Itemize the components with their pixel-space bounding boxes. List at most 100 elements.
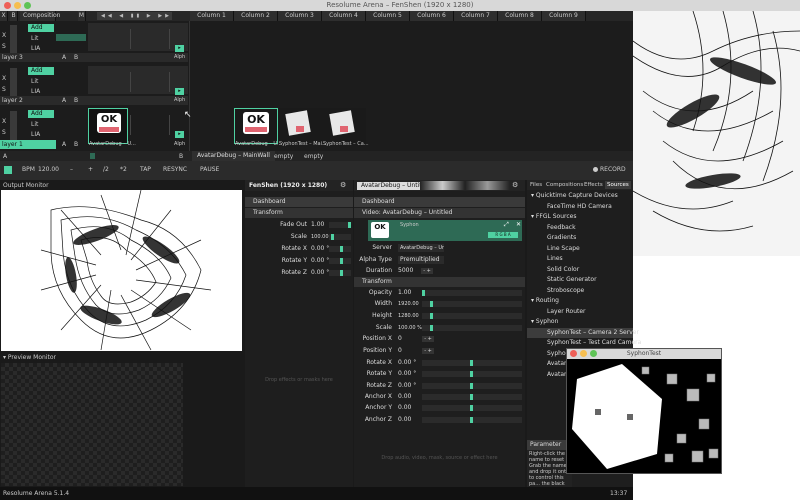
param-value[interactable]: 0.00 °: [398, 381, 416, 391]
deck-tab[interactable]: empty: [304, 153, 323, 160]
tree-item[interactable]: Stroboscope: [527, 286, 633, 297]
position-y-stepper[interactable]: - +: [422, 348, 434, 354]
clip-transform-section[interactable]: Transform: [354, 277, 525, 287]
crossfader-handle[interactable]: [90, 153, 95, 159]
tree-category[interactable]: ▾ FFGL Sources: [527, 212, 633, 223]
tree-item[interactable]: Line Scape: [527, 244, 633, 255]
scale-slider[interactable]: [422, 325, 522, 331]
column-header-3[interactable]: Column 3: [278, 11, 322, 21]
grid-b-header[interactable]: B: [10, 11, 18, 21]
layer-autopilot-button[interactable]: ▸: [175, 88, 184, 95]
layer-name[interactable]: layer 3: [2, 54, 23, 61]
column-header-9[interactable]: Column 9: [542, 11, 586, 21]
layer-autopilot-button[interactable]: ▸: [175, 45, 184, 52]
rotate-y-slider[interactable]: [329, 258, 351, 264]
layer-name[interactable]: layer 2: [2, 97, 23, 104]
rotate-z-slider[interactable]: [329, 270, 351, 276]
layer-blend-lia[interactable]: LIA: [31, 88, 40, 95]
bpm-decrease-button[interactable]: –: [70, 166, 73, 173]
param-value[interactable]: 0.00 °: [398, 358, 416, 368]
column-header-1[interactable]: Column 1: [190, 11, 234, 21]
param-value[interactable]: 0.00: [398, 415, 411, 425]
param-value[interactable]: 0.00: [398, 403, 411, 413]
param-value[interactable]: 1.00: [311, 220, 324, 230]
bpm-value[interactable]: 120.00: [38, 166, 59, 173]
layer-preview-thumbnail[interactable]: OK: [88, 108, 128, 144]
expand-icon[interactable]: ⤢: [504, 221, 509, 229]
param-value[interactable]: 0.00 °: [311, 256, 329, 266]
scale-slider[interactable]: [329, 234, 351, 240]
tree-item-selected[interactable]: SyphonTest – Camera 2 Server: [527, 327, 639, 338]
layer-autopilot-button[interactable]: ▸: [175, 131, 184, 138]
tree-category[interactable]: ▾ Quicktime Capture Devices: [527, 191, 633, 202]
clip-slot-column-3[interactable]: [278, 108, 322, 144]
tap-button[interactable]: TAP: [140, 166, 151, 173]
clip-dashboard-section[interactable]: Dashboard: [354, 197, 525, 207]
metronome-icon[interactable]: [4, 166, 12, 174]
layer-blend-lit[interactable]: Lit: [31, 121, 38, 128]
tree-item[interactable]: Gradients: [527, 233, 633, 244]
gear-icon[interactable]: ⚙: [512, 181, 518, 189]
layer-opacity-bar[interactable]: [56, 34, 86, 41]
anchor-z-slider[interactable]: [422, 417, 522, 423]
column-header-4[interactable]: Column 4: [322, 11, 366, 21]
layer-crossfader-b[interactable]: B: [74, 54, 78, 61]
layer-blend-lit[interactable]: Lit: [31, 35, 38, 42]
fade-out-slider[interactable]: [329, 222, 351, 228]
opacity-slider[interactable]: [422, 290, 522, 296]
layer-blend-lia[interactable]: LIA: [31, 131, 40, 138]
layer-clear-button[interactable]: X: [2, 118, 6, 125]
clip-slot-column-4[interactable]: [322, 108, 366, 144]
position-x-stepper[interactable]: - +: [422, 336, 434, 342]
record-button[interactable]: RECORD: [600, 166, 626, 173]
alpha-type-dropdown[interactable]: Premultiplied: [398, 256, 444, 264]
layer-clear-button[interactable]: X: [2, 75, 6, 82]
deck-tab[interactable]: empty: [274, 153, 293, 160]
column-header-7[interactable]: Column 7: [454, 11, 498, 21]
layer-blend-lit[interactable]: Lit: [31, 78, 38, 85]
rotate-x-slider[interactable]: [422, 360, 522, 366]
duration-stepper[interactable]: - +: [421, 268, 433, 274]
param-value[interactable]: 0: [398, 346, 402, 356]
layer-blend-lia[interactable]: LIA: [31, 45, 40, 52]
close-icon[interactable]: ✕: [516, 221, 521, 228]
rotate-z-slider[interactable]: [422, 383, 522, 389]
param-value[interactable]: 1920.00: [398, 299, 419, 309]
tree-item[interactable]: Lines: [527, 254, 633, 265]
deck-b-button[interactable]: B: [179, 153, 183, 160]
column-header-2[interactable]: Column 2: [234, 11, 278, 21]
tab-effects[interactable]: Effects: [584, 182, 603, 188]
syphon-source-block[interactable]: OK Syphon ⤢ ✕ R G B A: [368, 220, 522, 241]
bpm-double-button[interactable]: *2: [120, 166, 127, 173]
tree-item[interactable]: Layer Router: [527, 307, 633, 318]
layer-crossfader-a[interactable]: A: [62, 141, 66, 148]
close-window-icon[interactable]: [4, 2, 11, 9]
rotate-y-slider[interactable]: [422, 371, 522, 377]
param-value[interactable]: 0.00 °: [311, 244, 329, 254]
width-slider[interactable]: [422, 301, 522, 307]
layer-blend-add[interactable]: Add: [28, 24, 54, 32]
rotate-x-slider[interactable]: [329, 246, 351, 252]
height-slider[interactable]: [422, 313, 522, 319]
deck-a-button[interactable]: A: [3, 153, 7, 160]
layer-solo-button[interactable]: S: [2, 86, 6, 93]
server-dropdown[interactable]: AvatarDebug – Un...: [398, 244, 444, 252]
duration-value[interactable]: 5000: [398, 266, 413, 276]
tree-category[interactable]: ▾ Routing: [527, 296, 633, 307]
anchor-x-slider[interactable]: [422, 394, 522, 400]
layer-crossfader-b[interactable]: B: [74, 141, 78, 148]
param-value[interactable]: 0.00 °: [311, 268, 329, 278]
layer-solo-button[interactable]: S: [2, 129, 6, 136]
layer-crossfader-a[interactable]: A: [62, 97, 66, 104]
tree-item[interactable]: SyphonTest – Test Card Camera: [527, 338, 641, 349]
minimize-window-icon[interactable]: [14, 2, 21, 9]
minimize-window-icon[interactable]: [580, 350, 587, 357]
param-value[interactable]: 1.00: [398, 288, 411, 298]
param-value[interactable]: 1280.00: [398, 311, 419, 321]
maximize-window-icon[interactable]: [24, 2, 31, 9]
tab-files[interactable]: Files: [530, 182, 542, 188]
tree-category[interactable]: ▾ Syphon: [527, 317, 633, 328]
clip-slot-column-2[interactable]: OK: [234, 108, 278, 144]
clip-video-section[interactable]: Video: AvatarDebug – Untitled: [354, 208, 525, 218]
anchor-y-slider[interactable]: [422, 405, 522, 411]
